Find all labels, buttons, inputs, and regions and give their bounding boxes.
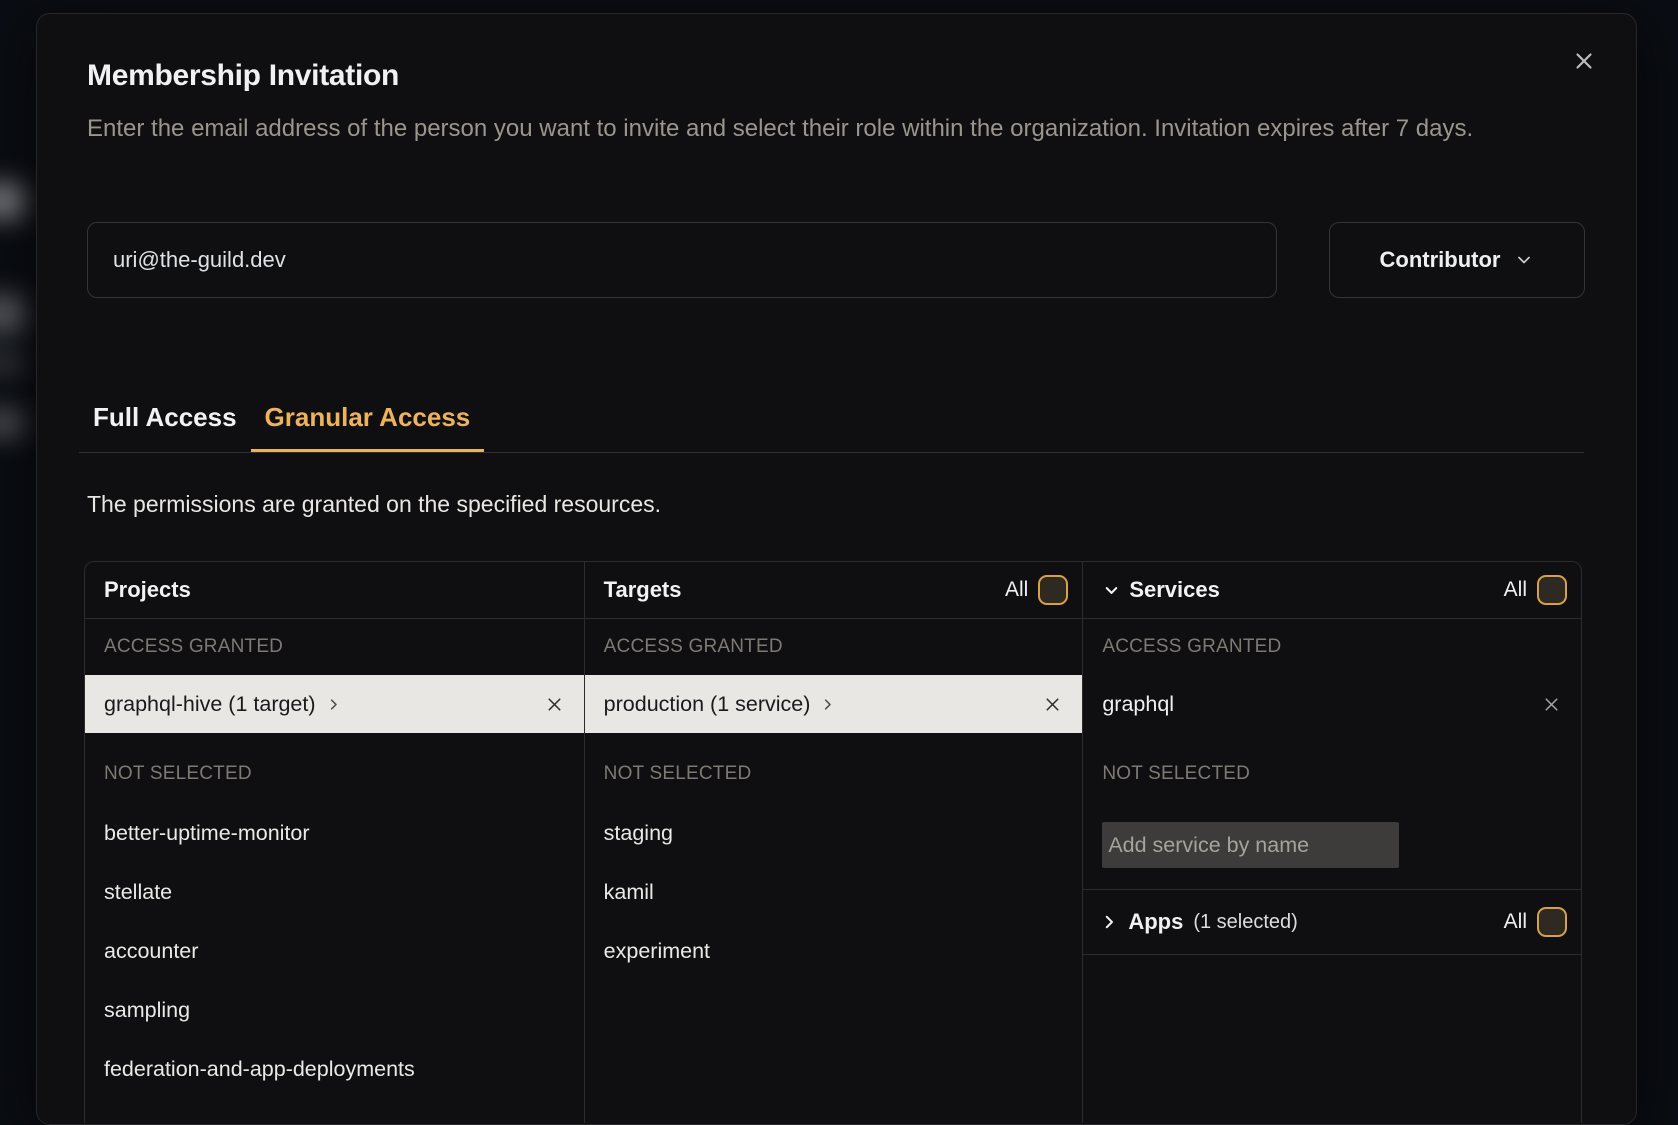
projects-column: Projects ACCESS GRANTED graphql-hive (1 …: [85, 562, 584, 1123]
remove-project-button[interactable]: [542, 692, 567, 717]
close-icon: [1541, 694, 1562, 715]
target-item[interactable]: experiment: [585, 922, 1083, 981]
not-selected-label: NOT SELECTED: [85, 733, 584, 804]
close-icon: [1571, 48, 1597, 74]
close-icon: [1042, 694, 1063, 715]
services-column-header[interactable]: Services All: [1083, 562, 1581, 619]
dialog-title: Membership Invitation: [87, 59, 399, 93]
background-artifact: [0, 183, 26, 219]
services-column: Services All ACCESS GRANTED graphql NOT …: [1082, 562, 1581, 1123]
not-selected-label: NOT SELECTED: [1083, 733, 1581, 804]
chevron-down-icon: [1102, 581, 1121, 600]
project-item[interactable]: better-uptime-monitor: [85, 804, 584, 863]
remove-target-button[interactable]: [1040, 692, 1065, 717]
background-artifact: [0, 408, 26, 438]
access-granted-label: ACCESS GRANTED: [85, 619, 584, 675]
role-select-value: Contributor: [1380, 247, 1501, 273]
background-artifact: [0, 352, 26, 374]
services-all-checkbox[interactable]: [1537, 575, 1567, 605]
chevron-right-icon: [1100, 913, 1118, 931]
granted-project-row[interactable]: graphql-hive (1 target): [85, 675, 584, 733]
granted-target-name: production (1 service): [604, 692, 811, 717]
apps-selected-count: (1 selected): [1193, 911, 1298, 934]
remove-service-button[interactable]: [1539, 692, 1564, 717]
apps-all-label: All: [1504, 910, 1527, 934]
close-icon: [544, 694, 565, 715]
services-column-title: Services: [1129, 577, 1220, 603]
permissions-note: The permissions are granted on the speci…: [87, 491, 661, 518]
resources-table: Projects ACCESS GRANTED graphql-hive (1 …: [84, 561, 1582, 1123]
targets-all-wrap: All: [1005, 575, 1068, 605]
targets-column-title: Targets: [604, 577, 682, 603]
chevron-down-icon: [1514, 250, 1534, 270]
target-item[interactable]: staging: [585, 804, 1083, 863]
dialog-description: Enter the email address of the person yo…: [87, 110, 1575, 147]
project-item[interactable]: federation-and-app-deployments: [85, 1040, 584, 1099]
page-background: { "dialog": { "title": "Membership Invit…: [0, 0, 1678, 1076]
services-all-wrap: All: [1504, 575, 1567, 605]
project-item[interactable]: sampling: [85, 981, 584, 1040]
apps-all-checkbox[interactable]: [1537, 907, 1567, 937]
invite-email-input[interactable]: [87, 222, 1277, 298]
granted-service-name: graphql: [1102, 692, 1174, 717]
tab-full-access[interactable]: Full Access: [79, 386, 251, 452]
apps-section-row[interactable]: Apps (1 selected) All: [1083, 889, 1581, 955]
access-granted-label: ACCESS GRANTED: [585, 619, 1083, 675]
project-item[interactable]: accounter: [85, 922, 584, 981]
role-select[interactable]: Contributor: [1329, 222, 1585, 298]
apps-all-wrap: All: [1504, 907, 1567, 937]
close-button[interactable]: [1568, 45, 1600, 77]
targets-all-checkbox[interactable]: [1038, 575, 1068, 605]
targets-column: Targets All ACCESS GRANTED production (1…: [584, 562, 1083, 1123]
not-selected-label: NOT SELECTED: [585, 733, 1083, 804]
projects-column-header: Projects: [85, 562, 584, 619]
add-service-input[interactable]: [1102, 822, 1399, 868]
chevron-right-icon: [820, 697, 835, 712]
access-tabs: Full Access Granular Access: [79, 386, 1584, 453]
projects-column-title: Projects: [104, 577, 191, 603]
apps-label: Apps: [1128, 909, 1183, 935]
targets-column-header: Targets All: [585, 562, 1083, 619]
granted-target-row[interactable]: production (1 service): [585, 675, 1083, 733]
chevron-right-icon: [326, 697, 341, 712]
granted-project-name: graphql-hive (1 target): [104, 692, 316, 717]
targets-all-label: All: [1005, 578, 1028, 602]
tab-granular-access[interactable]: Granular Access: [251, 386, 485, 452]
project-item[interactable]: stellate: [85, 863, 584, 922]
granted-service-row[interactable]: graphql: [1083, 675, 1581, 733]
access-granted-label: ACCESS GRANTED: [1083, 619, 1581, 675]
target-item[interactable]: kamil: [585, 863, 1083, 922]
background-artifact: [0, 295, 26, 333]
membership-invitation-dialog: Membership Invitation Enter the email ad…: [36, 13, 1637, 1125]
services-all-label: All: [1504, 578, 1527, 602]
